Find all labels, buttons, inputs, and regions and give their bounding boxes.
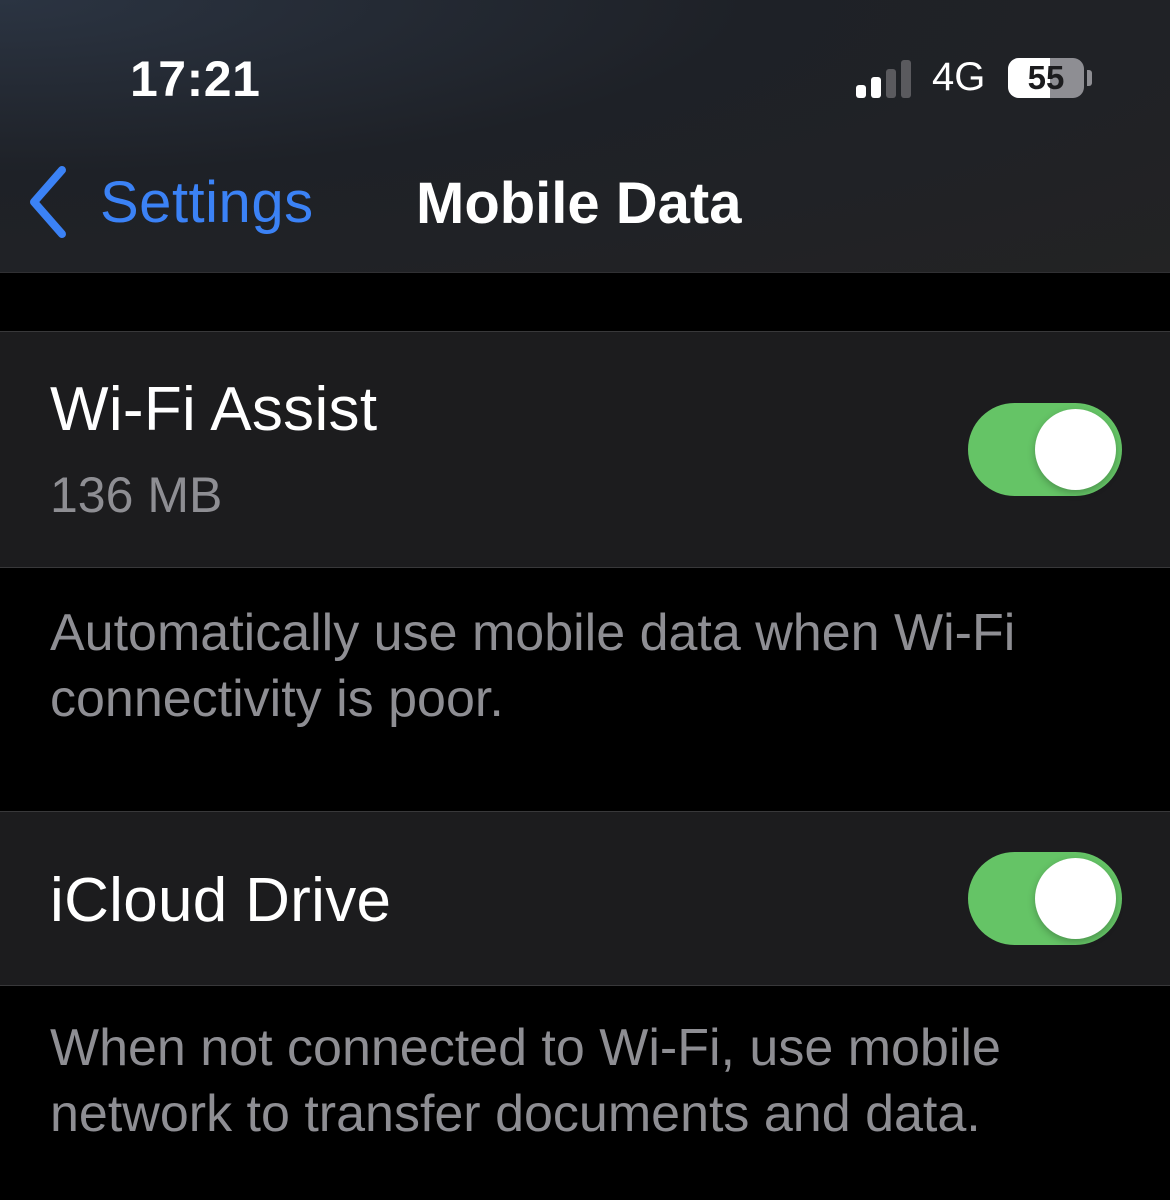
wifi-assist-usage: 136 MB	[50, 467, 223, 523]
network-type: 4G	[932, 55, 986, 99]
cellular-signal-icon	[856, 58, 916, 98]
icloud-drive-toggle[interactable]	[968, 852, 1122, 945]
toggle-knob	[1035, 858, 1116, 939]
signal-bar	[856, 85, 866, 98]
navigation-header: 17:21 4G 55 Settings Mobile Data	[0, 0, 1170, 273]
battery-tip	[1087, 70, 1092, 86]
battery-percentage: 55	[1027, 59, 1065, 96]
wifi-assist-footer: Automatically use mobile data when Wi-Fi…	[50, 604, 1016, 728]
wifi-assist-toggle[interactable]	[968, 403, 1122, 496]
icloud-drive-row: iCloud Drive	[0, 811, 1170, 986]
wifi-assist-label: Wi-Fi Assist	[50, 375, 378, 444]
battery-icon: 55	[1008, 58, 1084, 98]
signal-bar	[886, 69, 896, 98]
toggle-knob	[1035, 409, 1116, 490]
chevron-left-icon	[30, 166, 66, 238]
icloud-drive-label: iCloud Drive	[50, 866, 392, 935]
icloud-drive-footer: When not connected to Wi-Fi, use mobile …	[50, 1019, 1001, 1143]
page-title: Mobile Data	[416, 171, 742, 236]
status-time: 17:21	[130, 51, 261, 107]
wifi-assist-row: Wi-Fi Assist 136 MB	[0, 331, 1170, 568]
back-button[interactable]: Settings	[24, 162, 314, 242]
signal-bar	[901, 60, 911, 98]
signal-bar	[871, 77, 881, 98]
back-button-label: Settings	[100, 169, 314, 235]
